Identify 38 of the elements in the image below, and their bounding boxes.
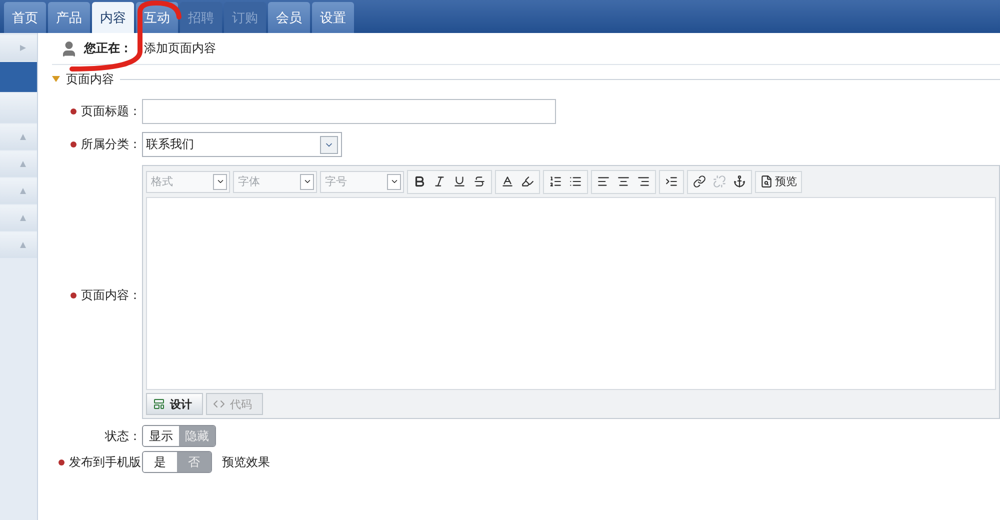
dropdown-icon: [387, 174, 401, 190]
collapse-arrow-icon: [19, 187, 27, 195]
dropdown-icon: [213, 174, 227, 190]
field-label: 所属分类：: [81, 136, 141, 153]
code-icon: [213, 398, 225, 410]
document-search-icon: [760, 175, 773, 188]
mode-tab[interactable]: 代码: [206, 393, 263, 415]
field-label: 发布到手机版: [69, 454, 141, 470]
breadcrumb-label: 您正在：: [84, 40, 132, 57]
toolbar-combo[interactable]: 格式: [146, 170, 230, 192]
dropdown-icon: [300, 174, 314, 190]
user-icon: [60, 40, 78, 58]
dropdown-icon: [320, 136, 338, 154]
section-title: 页面内容: [66, 70, 114, 88]
collapse-arrow-icon: [19, 133, 27, 141]
collapse-arrow-icon: [19, 214, 27, 222]
expand-arrow-icon: [19, 44, 27, 52]
toolbar-combo[interactable]: 字号: [320, 170, 404, 192]
toolbar-combo[interactable]: 字体: [233, 170, 317, 192]
nav-tab[interactable]: 会员: [268, 2, 310, 33]
collapse-arrow-icon: [19, 241, 27, 249]
nav-tab[interactable]: 产品: [48, 2, 90, 33]
mode-tab[interactable]: 设计: [146, 393, 203, 415]
breadcrumb-page: 添加页面内容: [144, 40, 216, 57]
category-select[interactable]: 联系我们: [142, 132, 342, 157]
collapse-arrow-icon: [19, 160, 27, 168]
field-label: 状态：: [105, 428, 141, 444]
preview-button[interactable]: 预览: [755, 170, 802, 192]
title-input[interactable]: [142, 99, 556, 124]
field-label: 页面标题：: [81, 103, 141, 120]
nav-tab[interactable]: 设置: [312, 2, 354, 33]
toggle-option[interactable]: 隐藏: [179, 426, 215, 446]
nav-tab[interactable]: 内容: [92, 2, 134, 33]
layout-icon: [153, 398, 165, 410]
preview-note: 预览效果: [222, 454, 270, 470]
toggle-option[interactable]: 否: [177, 452, 211, 472]
nav-tab[interactable]: 首页: [4, 2, 46, 33]
field-label: 页面内容：: [81, 286, 141, 304]
